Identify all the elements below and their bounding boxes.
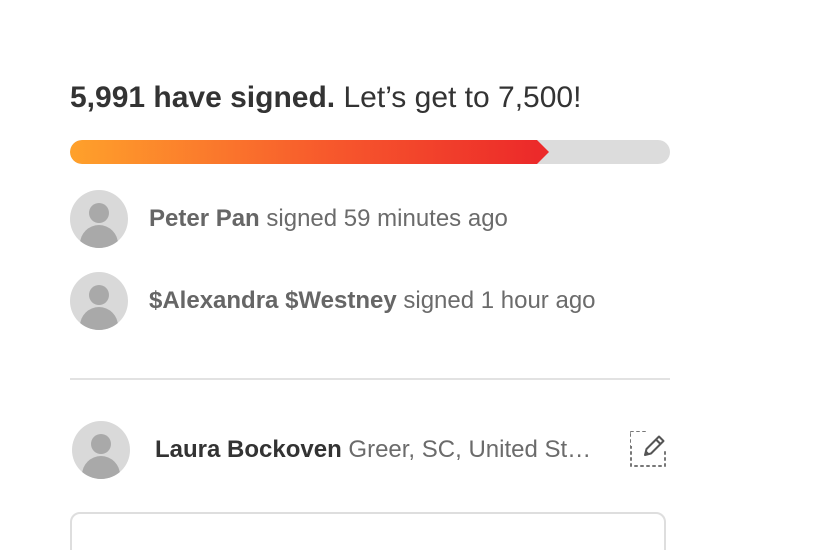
signer-text: Peter Pan signed 59 minutes ago (149, 205, 508, 233)
signature-progress-bar (70, 140, 670, 164)
signer-action: signed 1 hour ago (403, 287, 596, 314)
signer-text: $Alexandra $Westney signed 1 hour ago (149, 287, 596, 315)
comment-input[interactable] (72, 514, 664, 550)
signer-name: $Alexandra $Westney (149, 287, 397, 314)
recent-signer-row: Peter Pan signed 59 minutes ago (70, 190, 508, 248)
recent-signer-row: $Alexandra $Westney signed 1 hour ago (70, 272, 596, 330)
signature-progress-fill (70, 140, 538, 164)
avatar (72, 421, 130, 479)
current-user-row: Laura Bockoven Greer, SC, United States (72, 421, 595, 479)
signature-goal: Let’s get to 7,500! (343, 81, 582, 114)
signature-progress-tip (537, 140, 550, 164)
edit-signer-info-button[interactable] (628, 428, 670, 470)
avatar (70, 190, 128, 248)
signature-headline: 5,991 have signed. Let’s get to 7,500! (70, 78, 581, 118)
signer-name: Peter Pan (149, 205, 260, 232)
section-divider (70, 378, 670, 380)
petition-sign-panel: 5,991 have signed. Let’s get to 7,500! P… (0, 0, 832, 550)
current-user-location: Greer, SC, United States (348, 436, 595, 463)
current-user-info: Laura Bockoven Greer, SC, United States (155, 436, 595, 464)
signature-count: 5,991 have signed. (70, 81, 336, 114)
current-user-name: Laura Bockoven (155, 436, 342, 463)
comment-box[interactable] (70, 512, 666, 550)
avatar (70, 272, 128, 330)
pencil-edit-icon (630, 428, 670, 467)
signer-action: signed 59 minutes ago (266, 205, 508, 232)
